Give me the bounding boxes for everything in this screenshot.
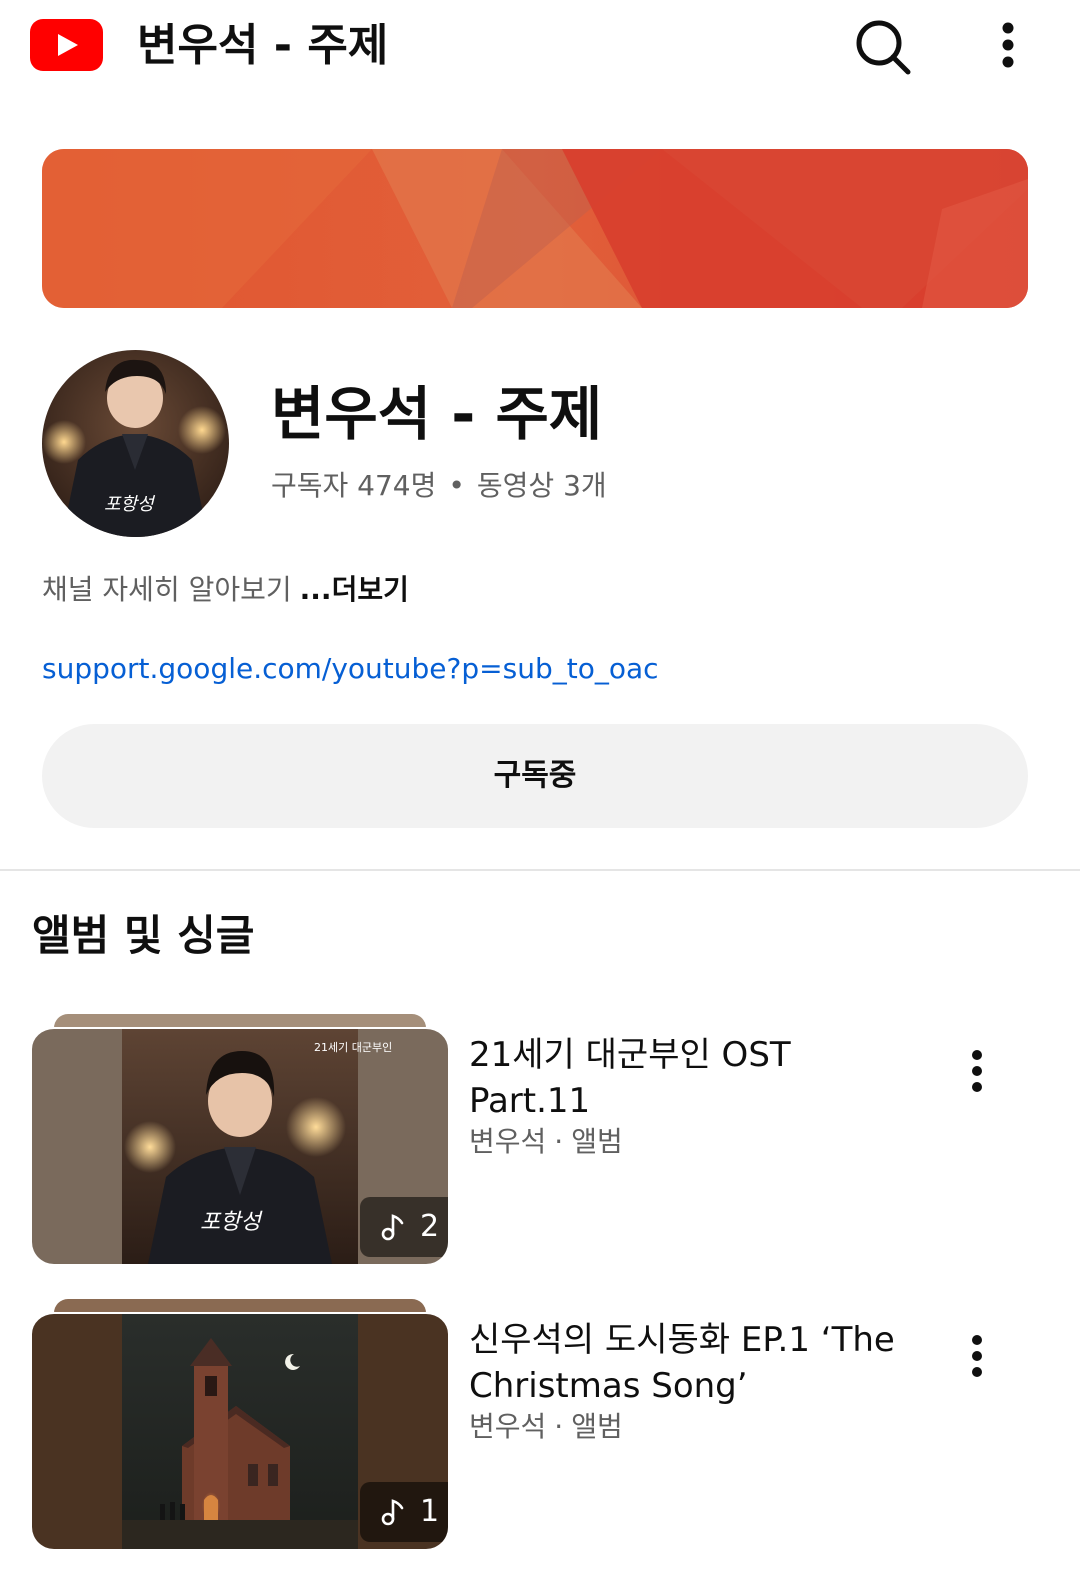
- description-text: 채널 자세히 알아보기: [42, 573, 292, 606]
- avatar-caption: 포항성: [104, 494, 156, 515]
- subscribed-button[interactable]: 구독중: [42, 724, 1028, 828]
- channel-name: 변우석 - 주제: [271, 380, 603, 448]
- track-count: 1: [420, 1494, 440, 1529]
- album-cover-caption: 포항성: [200, 1210, 263, 1235]
- track-count-badge: 2: [360, 1197, 448, 1257]
- album-more-button[interactable]: [962, 1331, 992, 1383]
- album-sub-separator: ·: [554, 1410, 564, 1443]
- channel-stats: 구독자 474명 • 동영상 3개: [271, 466, 607, 506]
- music-note-icon: [381, 1214, 404, 1241]
- album-cover-corner-text: 21세기 대군부인: [314, 1041, 392, 1054]
- channel-banner: [42, 149, 1028, 308]
- stats-separator: •: [448, 469, 465, 502]
- album-more-button[interactable]: [962, 1046, 992, 1098]
- album-subtitle: 변우석 · 앨범: [469, 1407, 623, 1447]
- channel-description[interactable]: 채널 자세히 알아보기 ...더보기: [42, 570, 409, 610]
- video-count: 동영상 3개: [476, 469, 607, 502]
- album-type: 앨범: [571, 1410, 623, 1443]
- album-item[interactable]: 포항성 21세기 대군부인 2 21세기 대군부인 OST Part.11 변우…: [0, 1014, 1080, 1264]
- album-type: 앨범: [571, 1125, 623, 1158]
- album-sub-separator: ·: [554, 1125, 564, 1158]
- album-title[interactable]: 신우석의 도시동화 EP.1 ‘The Christmas Song’: [469, 1317, 909, 1409]
- section-divider: [0, 869, 1080, 871]
- channel-avatar[interactable]: 포항성: [42, 350, 229, 537]
- top-app-bar: 변우석 - 주제: [0, 0, 1080, 96]
- youtube-logo-icon[interactable]: [30, 19, 103, 71]
- more-vert-icon: [1002, 22, 1014, 68]
- track-count-badge: 1: [360, 1482, 448, 1542]
- album-artist: 변우석: [469, 1125, 547, 1158]
- track-count: 2: [420, 1209, 440, 1244]
- channel-link[interactable]: support.google.com/youtube?p=sub_to_oac: [42, 649, 659, 689]
- more-vert-icon: [972, 1335, 982, 1377]
- album-title[interactable]: 21세기 대군부인 OST Part.11: [469, 1032, 909, 1124]
- section-title-albums: 앨범 및 싱글: [32, 911, 255, 960]
- search-button[interactable]: [852, 16, 914, 78]
- more-link[interactable]: ...더보기: [300, 573, 409, 606]
- music-note-icon: [381, 1499, 404, 1526]
- app-bar-title: 변우석 - 주제: [137, 20, 389, 71]
- more-options-button[interactable]: [990, 18, 1026, 74]
- more-vert-icon: [972, 1050, 982, 1092]
- album-subtitle: 변우석 · 앨범: [469, 1122, 623, 1162]
- album-thumbnail[interactable]: 1: [32, 1312, 448, 1549]
- subscriber-count: 구독자 474명: [271, 469, 437, 502]
- album-thumbnail[interactable]: 포항성 21세기 대군부인 2: [32, 1027, 448, 1264]
- album-item[interactable]: 1 신우석의 도시동화 EP.1 ‘The Christmas Song’ 변우…: [0, 1299, 1080, 1549]
- album-artist: 변우석: [469, 1410, 547, 1443]
- search-icon: [856, 20, 911, 75]
